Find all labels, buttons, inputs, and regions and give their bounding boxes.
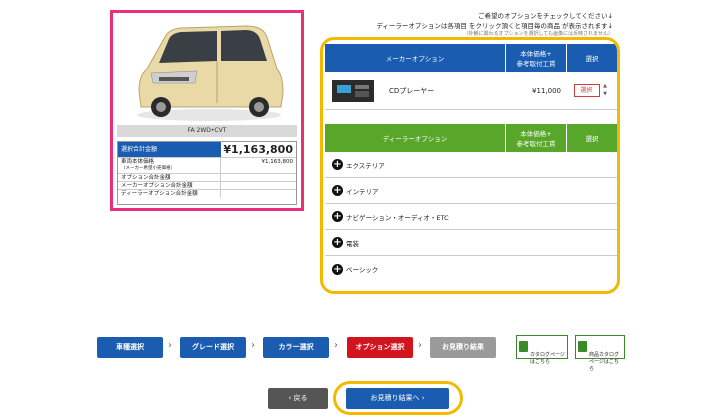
expand-plus-icon: + (332, 185, 343, 196)
price-row-label: ディーラーオプション合計金額 (118, 190, 221, 198)
step-option-select[interactable]: オプション選択 (347, 337, 413, 358)
price-summary-table: 選択合計金額 ¥1,163,800 車両本体価格 （メーカー希望小売価格） ¥1… (117, 141, 297, 205)
price-row: 車両本体価格 （メーカー希望小売価格） ¥1,163,800 (118, 157, 296, 173)
price-row-value (221, 174, 296, 181)
instruction-line-2: ディーラーオプションは各項目 をクリック頂くと項目毎の商品 が表示されます↓ (376, 22, 613, 30)
price-row-label: オプション合計金額 (118, 174, 221, 181)
dealer-category-basic[interactable]: + ベーシック (325, 256, 617, 282)
step-color-select[interactable]: カラー選択 (263, 337, 329, 358)
scroll-arrows-icon[interactable]: ▲ ▼ (602, 82, 609, 100)
step-estimate-result[interactable]: お見積り結果 (430, 337, 496, 358)
dealer-category-label: インテリア (346, 187, 379, 196)
maker-option-price: ¥11,000 (532, 86, 561, 95)
step-chevron-icon: › (168, 340, 172, 351)
step-model-select[interactable]: 車種選択 (97, 337, 163, 358)
price-row-value (221, 190, 296, 198)
price-row-label: メーカーオプション合計金額 (118, 182, 221, 189)
back-label: 戻る (293, 394, 308, 402)
expand-plus-icon: + (332, 159, 343, 170)
product-catalog-button[interactable]: 商品カタログ ページはこちら (575, 335, 625, 372)
back-button[interactable]: ‹ 戻る (268, 388, 328, 409)
dealer-price-header: 本体価格+ 参考取付工賃 (505, 124, 566, 152)
step-grade-select[interactable]: グレード選択 (180, 337, 246, 358)
digital-catalog-button[interactable]: カタログページ はこちら (516, 335, 568, 365)
total-price-value: ¥1,163,800 (221, 142, 296, 157)
maker-price-header: 本体価格+ 参考取付工賃 (505, 44, 566, 72)
instruction-line-1: ご希望のオプションをチェックしてください↓ (477, 12, 613, 20)
dealer-option-title: ディーラーオプション (382, 135, 448, 143)
price-row-value: ¥1,163,800 (261, 159, 294, 165)
maker-option-name: CDプレーヤー (389, 86, 435, 95)
price-row-value (221, 182, 296, 189)
forward-arrow-icon: › (419, 394, 425, 402)
result-label: お見積り結果へ (370, 394, 420, 402)
maker-option-title: メーカーオプション (385, 55, 445, 63)
expand-plus-icon: + (332, 237, 343, 248)
dealer-category-exterior[interactable]: + エクステリア (325, 152, 617, 178)
dealer-category-label: 電装 (346, 239, 359, 248)
grade-label: FA 2WD•CVT (117, 125, 297, 137)
cd-player-select-button[interactable]: 選択 (573, 84, 600, 97)
product-catalog-label: 商品カタログ ページはこちら (589, 352, 620, 372)
dealer-select-header: 選択 (566, 124, 617, 152)
instruction-line-3: （外観に関わるオプションを選択しても画像には反映されません） (463, 31, 613, 37)
dealer-category-electrical[interactable]: + 電装 (325, 230, 617, 256)
price-row-label: 車両本体価格 (121, 159, 155, 165)
price-row: メーカーオプション合計金額 (118, 181, 296, 189)
expand-plus-icon: + (332, 263, 343, 275)
dealer-option-header: ディーラーオプション 本体価格+ 参考取付工賃 選択 (325, 124, 617, 152)
car-image (117, 17, 297, 125)
step-chevron-icon: › (334, 340, 338, 351)
price-row-sublabel: （メーカー希望小売価格） (121, 166, 175, 171)
go-to-estimate-button[interactable]: お見積り結果へ › (346, 388, 449, 409)
maker-option-row-cd: CDプレーヤー ¥11,000 選択 ▲ ▼ (325, 72, 617, 110)
digital-catalog-label: カタログページ はこちら (530, 352, 565, 365)
dealer-category-label: ナビゲーション・オーディオ・ETC (346, 213, 449, 222)
dealer-category-interior[interactable]: + インテリア (325, 178, 617, 204)
step-chevron-icon: › (251, 340, 255, 351)
cd-player-image (325, 76, 381, 106)
dealer-category-navigation[interactable]: + ナビゲーション・オーディオ・ETC (325, 204, 617, 230)
total-price-row: 選択合計金額 ¥1,163,800 (118, 142, 296, 157)
maker-select-header: 選択 (566, 44, 617, 72)
dealer-category-label: ベーシック (346, 266, 379, 274)
maker-option-header: メーカーオプション 本体価格+ 参考取付工賃 選択 (325, 44, 617, 72)
total-price-label: 選択合計金額 (118, 142, 221, 157)
expand-plus-icon: + (332, 211, 343, 222)
car-summary-panel: FA 2WD•CVT 選択合計金額 ¥1,163,800 車両本体価格 （メーカ… (110, 10, 304, 211)
dealer-category-label: エクステリア (346, 161, 385, 170)
catalog-book-icon (519, 341, 528, 352)
option-panel: メーカーオプション 本体価格+ 参考取付工賃 選択 CDプレーヤー ¥11,00… (320, 37, 620, 294)
price-row: オプション合計金額 (118, 173, 296, 181)
step-chevron-icon: › (418, 340, 422, 351)
catalog-book-icon (578, 341, 587, 352)
price-row: ディーラーオプション合計金額 (118, 189, 296, 198)
